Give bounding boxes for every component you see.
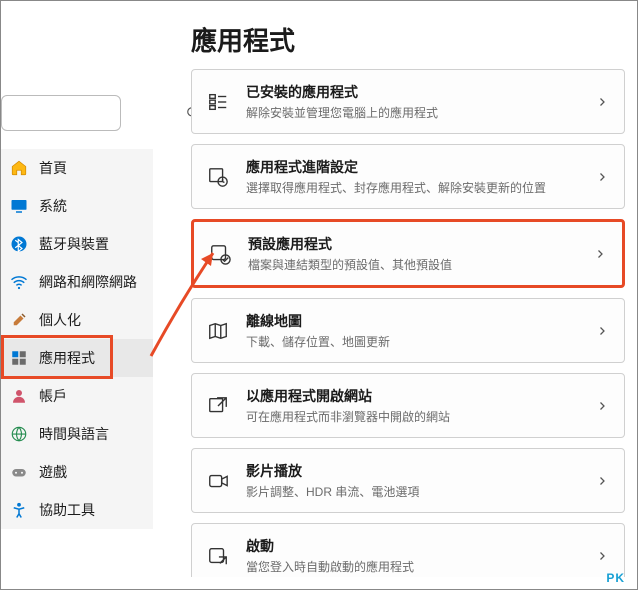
card-title: 已安裝的應用程式 xyxy=(246,82,578,102)
map-icon xyxy=(206,319,230,343)
sidebar-item-personalization[interactable]: 個人化 xyxy=(1,301,153,339)
home-icon xyxy=(9,158,29,178)
search-input[interactable] xyxy=(10,106,186,121)
card-video-playback[interactable]: 影片播放 影片調整、HDR 串流、電池選項 xyxy=(191,448,625,513)
apps-icon xyxy=(9,348,29,368)
startup-icon xyxy=(206,544,230,568)
card-advanced-settings[interactable]: 應用程式進階設定 選擇取得應用程式、封存應用程式、解除安裝更新的位置 xyxy=(191,144,625,209)
chevron-right-icon xyxy=(594,169,610,185)
card-title: 以應用程式開啟網站 xyxy=(246,386,578,406)
default-icon xyxy=(208,242,232,266)
globe-icon xyxy=(9,424,29,444)
sidebar-item-network[interactable]: 網路和網際網路 xyxy=(1,263,153,301)
chevron-right-icon xyxy=(594,473,610,489)
card-subtitle: 當您登入時自動啟動的應用程式 xyxy=(246,558,578,575)
sidebar-item-system[interactable]: 系統 xyxy=(1,187,153,225)
card-installed-apps[interactable]: 已安裝的應用程式 解除安裝並管理您電腦上的應用程式 xyxy=(191,69,625,134)
sidebar-item-label: 協助工具 xyxy=(39,500,95,520)
game-icon xyxy=(9,462,29,482)
sidebar-item-apps[interactable]: 應用程式 xyxy=(1,339,153,377)
sidebar-item-accounts[interactable]: 帳戶 xyxy=(1,377,153,415)
sidebar-item-label: 藍牙與裝置 xyxy=(39,234,109,254)
sidebar-item-accessibility[interactable]: 協助工具 xyxy=(1,491,153,529)
content-area: 已安裝的應用程式 解除安裝並管理您電腦上的應用程式 應用程式進階設定 選擇取得應… xyxy=(191,69,625,577)
card-body: 影片播放 影片調整、HDR 串流、電池選項 xyxy=(246,461,578,500)
accessibility-icon xyxy=(9,500,29,520)
chevron-right-icon xyxy=(594,398,610,414)
card-offline-maps[interactable]: 離線地圖 下載、儲存位置、地圖更新 xyxy=(191,298,625,363)
watermark: PK xyxy=(606,571,625,585)
video-icon xyxy=(206,469,230,493)
card-title: 影片播放 xyxy=(246,461,578,481)
sidebar-item-label: 應用程式 xyxy=(39,348,95,368)
wifi-icon xyxy=(9,272,29,292)
card-apps-for-websites[interactable]: 以應用程式開啟網站 可在應用程式而非瀏覽器中開啟的網站 xyxy=(191,373,625,438)
sidebar-item-label: 系統 xyxy=(39,196,67,216)
card-subtitle: 可在應用程式而非瀏覽器中開啟的網站 xyxy=(246,408,578,425)
installed-icon xyxy=(206,90,230,114)
card-title: 預設應用程式 xyxy=(248,234,576,254)
account-icon xyxy=(9,386,29,406)
sidebar-item-label: 個人化 xyxy=(39,310,81,330)
card-subtitle: 影片調整、HDR 串流、電池選項 xyxy=(246,483,578,500)
sidebar-item-label: 網路和網際網路 xyxy=(39,272,137,292)
sidebar-item-label: 帳戶 xyxy=(39,386,67,406)
card-body: 離線地圖 下載、儲存位置、地圖更新 xyxy=(246,311,578,350)
sidebar-nav: 首頁 系統 藍牙與裝置 網路和網際網路 個人化 應用程式 帳戶 xyxy=(1,149,153,529)
sidebar-item-home[interactable]: 首頁 xyxy=(1,149,153,187)
card-subtitle: 檔案與連結類型的預設值、其他預設值 xyxy=(248,256,576,273)
sidebar-item-time-language[interactable]: 時間與語言 xyxy=(1,415,153,453)
chevron-right-icon xyxy=(592,246,608,262)
card-subtitle: 選擇取得應用程式、封存應用程式、解除安裝更新的位置 xyxy=(246,179,578,196)
bluetooth-icon xyxy=(9,234,29,254)
card-title: 應用程式進階設定 xyxy=(246,157,578,177)
card-body: 啟動 當您登入時自動啟動的應用程式 xyxy=(246,536,578,575)
card-body: 已安裝的應用程式 解除安裝並管理您電腦上的應用程式 xyxy=(246,82,578,121)
system-icon xyxy=(9,196,29,216)
chevron-right-icon xyxy=(594,94,610,110)
card-title: 離線地圖 xyxy=(246,311,578,331)
card-startup[interactable]: 啟動 當您登入時自動啟動的應用程式 xyxy=(191,523,625,577)
sidebar-item-label: 時間與語言 xyxy=(39,424,109,444)
card-title: 啟動 xyxy=(246,536,578,556)
brush-icon xyxy=(9,310,29,330)
card-default-apps[interactable]: 預設應用程式 檔案與連結類型的預設值、其他預設值 xyxy=(191,219,625,288)
sidebar-item-bluetooth[interactable]: 藍牙與裝置 xyxy=(1,225,153,263)
advanced-icon xyxy=(206,165,230,189)
card-subtitle: 下載、儲存位置、地圖更新 xyxy=(246,333,578,350)
search-box[interactable] xyxy=(1,95,121,131)
chevron-right-icon xyxy=(594,548,610,564)
sidebar-item-gaming[interactable]: 遊戲 xyxy=(1,453,153,491)
sidebar-item-label: 遊戲 xyxy=(39,462,67,482)
chevron-right-icon xyxy=(594,323,610,339)
card-body: 應用程式進階設定 選擇取得應用程式、封存應用程式、解除安裝更新的位置 xyxy=(246,157,578,196)
card-body: 預設應用程式 檔案與連結類型的預設值、其他預設值 xyxy=(248,234,576,273)
card-subtitle: 解除安裝並管理您電腦上的應用程式 xyxy=(246,104,578,121)
page-title: 應用程式 xyxy=(191,21,295,58)
sidebar-item-label: 首頁 xyxy=(39,158,67,178)
card-body: 以應用程式開啟網站 可在應用程式而非瀏覽器中開啟的網站 xyxy=(246,386,578,425)
websites-icon xyxy=(206,394,230,418)
